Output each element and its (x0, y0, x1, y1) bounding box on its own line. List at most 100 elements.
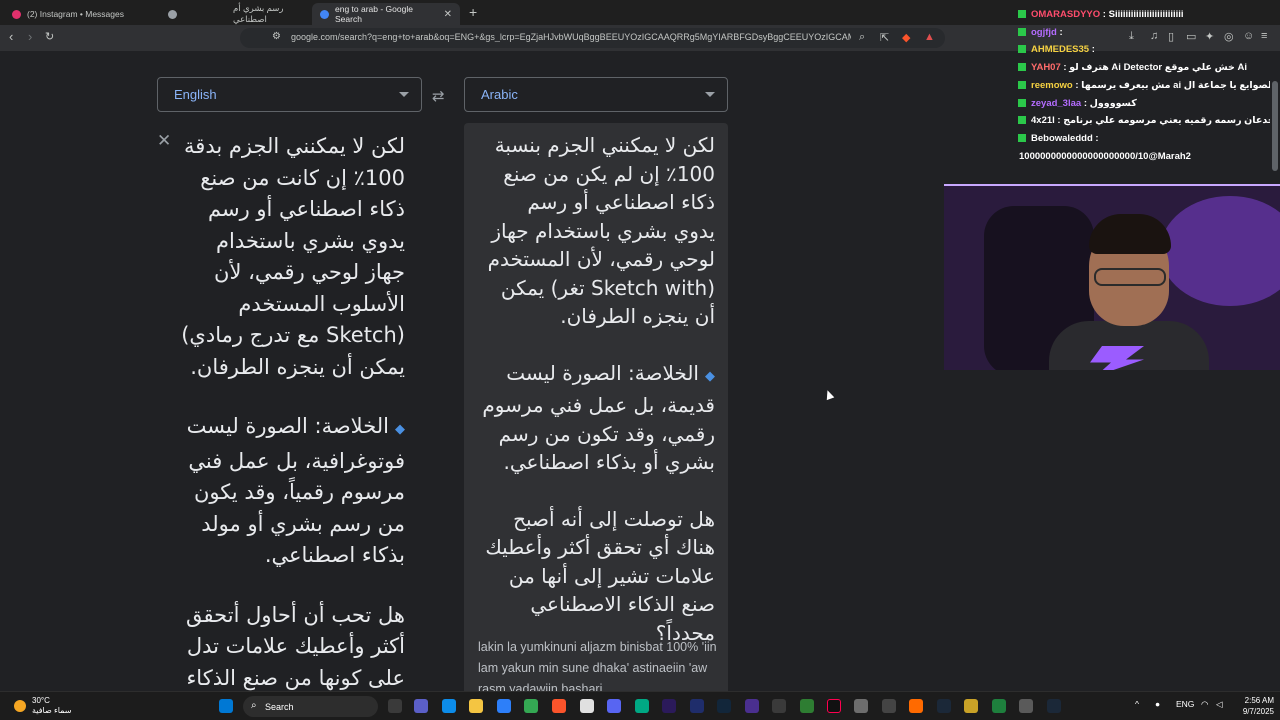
chat-badge-icon (1018, 27, 1026, 36)
mouse-cursor (823, 388, 835, 401)
instagram-icon (12, 9, 21, 19)
zoom-icon[interactable]: ⌕ (859, 31, 865, 44)
webcam-overlay (944, 184, 1280, 370)
premiere-icon[interactable] (662, 699, 676, 713)
swap-languages-icon[interactable]: ⇄ (432, 87, 445, 105)
app-icon[interactable] (964, 699, 978, 713)
chat-message: reemowo : مش بيعرف يرسمها ai الصوايع يا … (1012, 77, 1270, 95)
translation-paragraph: هل توصلت إلى أنه أصبح هناك أي تحقق أكثر … (485, 506, 715, 645)
diamond-icon: ◆ (705, 368, 715, 384)
google-icon (320, 9, 329, 19)
mic-icon[interactable]: ● (1155, 699, 1160, 709)
photoshop-icon[interactable] (690, 699, 704, 713)
copilot-icon[interactable] (414, 699, 428, 713)
target-language-label: Arabic (481, 87, 518, 102)
chevron-down-icon (399, 92, 409, 97)
chat-badge-icon (1018, 80, 1026, 89)
new-tab-button[interactable]: + (469, 4, 477, 20)
chat-badge-icon (1018, 98, 1026, 107)
streamer-glasses (1094, 268, 1166, 286)
media-encoder-icon[interactable] (745, 699, 759, 713)
sun-icon (14, 700, 26, 712)
transliteration-text: lakin la yumkinuni aljazm binisbat 100% … (478, 640, 717, 691)
target-language-select[interactable]: Arabic (464, 77, 728, 112)
chat-message: Bebowaleddd : (1012, 130, 1270, 148)
tiktok-icon[interactable] (827, 699, 841, 713)
chat-badge-icon (1018, 45, 1026, 54)
source-language-label: English (174, 87, 217, 102)
search-icon: ⌕ (251, 700, 257, 711)
chat-badge-icon (1018, 133, 1026, 142)
clock-time: 2:56 AM (1244, 696, 1274, 705)
address-bar[interactable]: ⚙ google.com/search?q=eng+to+arab&oq=ENG… (240, 28, 945, 48)
translation-paragraph: لكن لا يمكنني الجزم بنسبة 100٪ إن لم يكن… (487, 133, 715, 328)
chevron-down-icon (705, 92, 715, 97)
chat-message: 1000000000000000000000/10@Marah2 (1019, 150, 1191, 162)
chat-message: zeyad_3laa : كسوووول (1012, 95, 1270, 113)
chat-badge-icon (1018, 63, 1026, 72)
discord-icon[interactable] (607, 699, 621, 713)
steam-icon[interactable] (937, 699, 951, 713)
forward-icon[interactable]: › (28, 29, 32, 44)
chat-message: ogjfjd : (1012, 24, 1270, 42)
volume-icon[interactable]: ◁ (1216, 699, 1223, 710)
source-text-panel[interactable]: لكن لا يمكنني الجزم بدقة 100٪ إن كانت من… (157, 123, 457, 691)
obs-icon[interactable] (854, 699, 868, 713)
site-info-icon[interactable]: ⚙ (272, 31, 281, 42)
tab-instagram[interactable]: (2) Instagram • Messages (4, 3, 159, 25)
windows-taskbar: 30°C سماء صافية ⌕ Search ^ ● ENG ◠ ◁ 2:56 … (0, 691, 1280, 720)
globe-icon (168, 9, 177, 19)
close-tab-icon[interactable]: ✕ (444, 9, 452, 20)
app-icon[interactable] (882, 699, 896, 713)
back-icon[interactable]: ‹ (9, 29, 13, 44)
reload-icon[interactable]: ↻ (45, 30, 54, 43)
chat-message: OMARASDYYO : Siiiiiiiiiiiiiiiiiiiiiiiiii (1012, 6, 1270, 24)
app-icon[interactable] (800, 699, 814, 713)
clock-date: 9/7/2025 (1242, 707, 1274, 716)
url-text: google.com/search?q=eng+to+arab&oq=ENG+&… (291, 32, 851, 42)
tab-google-search[interactable]: eng to arab - Google Search ✕ (312, 3, 460, 25)
app-icon[interactable] (909, 699, 923, 713)
wifi-icon[interactable]: ◠ (1201, 699, 1208, 710)
source-language-select[interactable]: English (157, 77, 422, 112)
brave-icon[interactable] (552, 699, 566, 713)
chrome-icon[interactable] (524, 699, 538, 713)
input-language[interactable]: ENG (1176, 699, 1194, 709)
task-view-icon[interactable] (388, 699, 402, 713)
windows-start-icon[interactable] (219, 699, 233, 713)
app-icon[interactable] (635, 699, 649, 713)
scrollbar-thumb[interactable] (1272, 81, 1278, 171)
file-explorer-icon[interactable] (469, 699, 483, 713)
source-paragraph: لكن لا يمكنني الجزم بدقة 100٪ إن كانت من… (181, 134, 405, 379)
tab-label: (2) Instagram • Messages (27, 9, 124, 19)
chat-message: YAH07 : هترف لو Ai Detector خش علي موقع … (1012, 59, 1270, 77)
translation-paragraph: ◆الخلاصة: الصورة ليست قديمة، بل عمل فني … (482, 360, 715, 475)
tab-drawing[interactable]: رسم بشري أم اصطناعي (160, 3, 308, 25)
chat-badge-icon (1018, 116, 1026, 125)
openai-icon[interactable] (580, 699, 594, 713)
weather-desc: سماء صافية (32, 706, 72, 715)
source-text[interactable]: لكن لا يمكنني الجزم بدقة 100٪ إن كانت من… (175, 131, 405, 691)
clock[interactable]: 2:56 AM 9/7/2025 (1234, 695, 1274, 717)
lightroom-icon[interactable] (717, 699, 731, 713)
am-app-icon[interactable] (772, 699, 786, 713)
translation-text: لكن لا يمكنني الجزم بنسبة 100٪ إن لم يكن… (480, 131, 715, 675)
rewards-icon[interactable]: ▲ (924, 31, 935, 43)
clear-text-icon[interactable]: ✕ (157, 131, 171, 151)
app-icon[interactable] (1019, 699, 1033, 713)
tab-label: eng to arab - Google Search (335, 4, 413, 24)
app-icon[interactable] (1047, 699, 1061, 713)
tray-chevron-icon[interactable]: ^ (1135, 699, 1139, 709)
page-scrollbar[interactable] (1270, 51, 1280, 691)
weather-widget[interactable]: 30°C سماء صافية (14, 696, 72, 716)
store-icon[interactable] (497, 699, 511, 713)
edge-icon[interactable] (442, 699, 456, 713)
chat-message: 4x21l : يا جدعان رسمه رقميه يعني مرسومه … (1012, 112, 1270, 130)
source-paragraph: هل تحب أن أحاول أتحقق أكثر وأعطيك علامات… (186, 602, 405, 690)
share-icon[interactable]: ⇱ (880, 31, 889, 44)
taskbar-search[interactable]: ⌕ Search (243, 696, 378, 717)
chat-message: AHMEDES35 : (1012, 41, 1270, 59)
app-icon[interactable] (992, 699, 1006, 713)
search-label: Search (265, 701, 294, 712)
brave-shield-icon[interactable]: ◆ (902, 31, 910, 44)
